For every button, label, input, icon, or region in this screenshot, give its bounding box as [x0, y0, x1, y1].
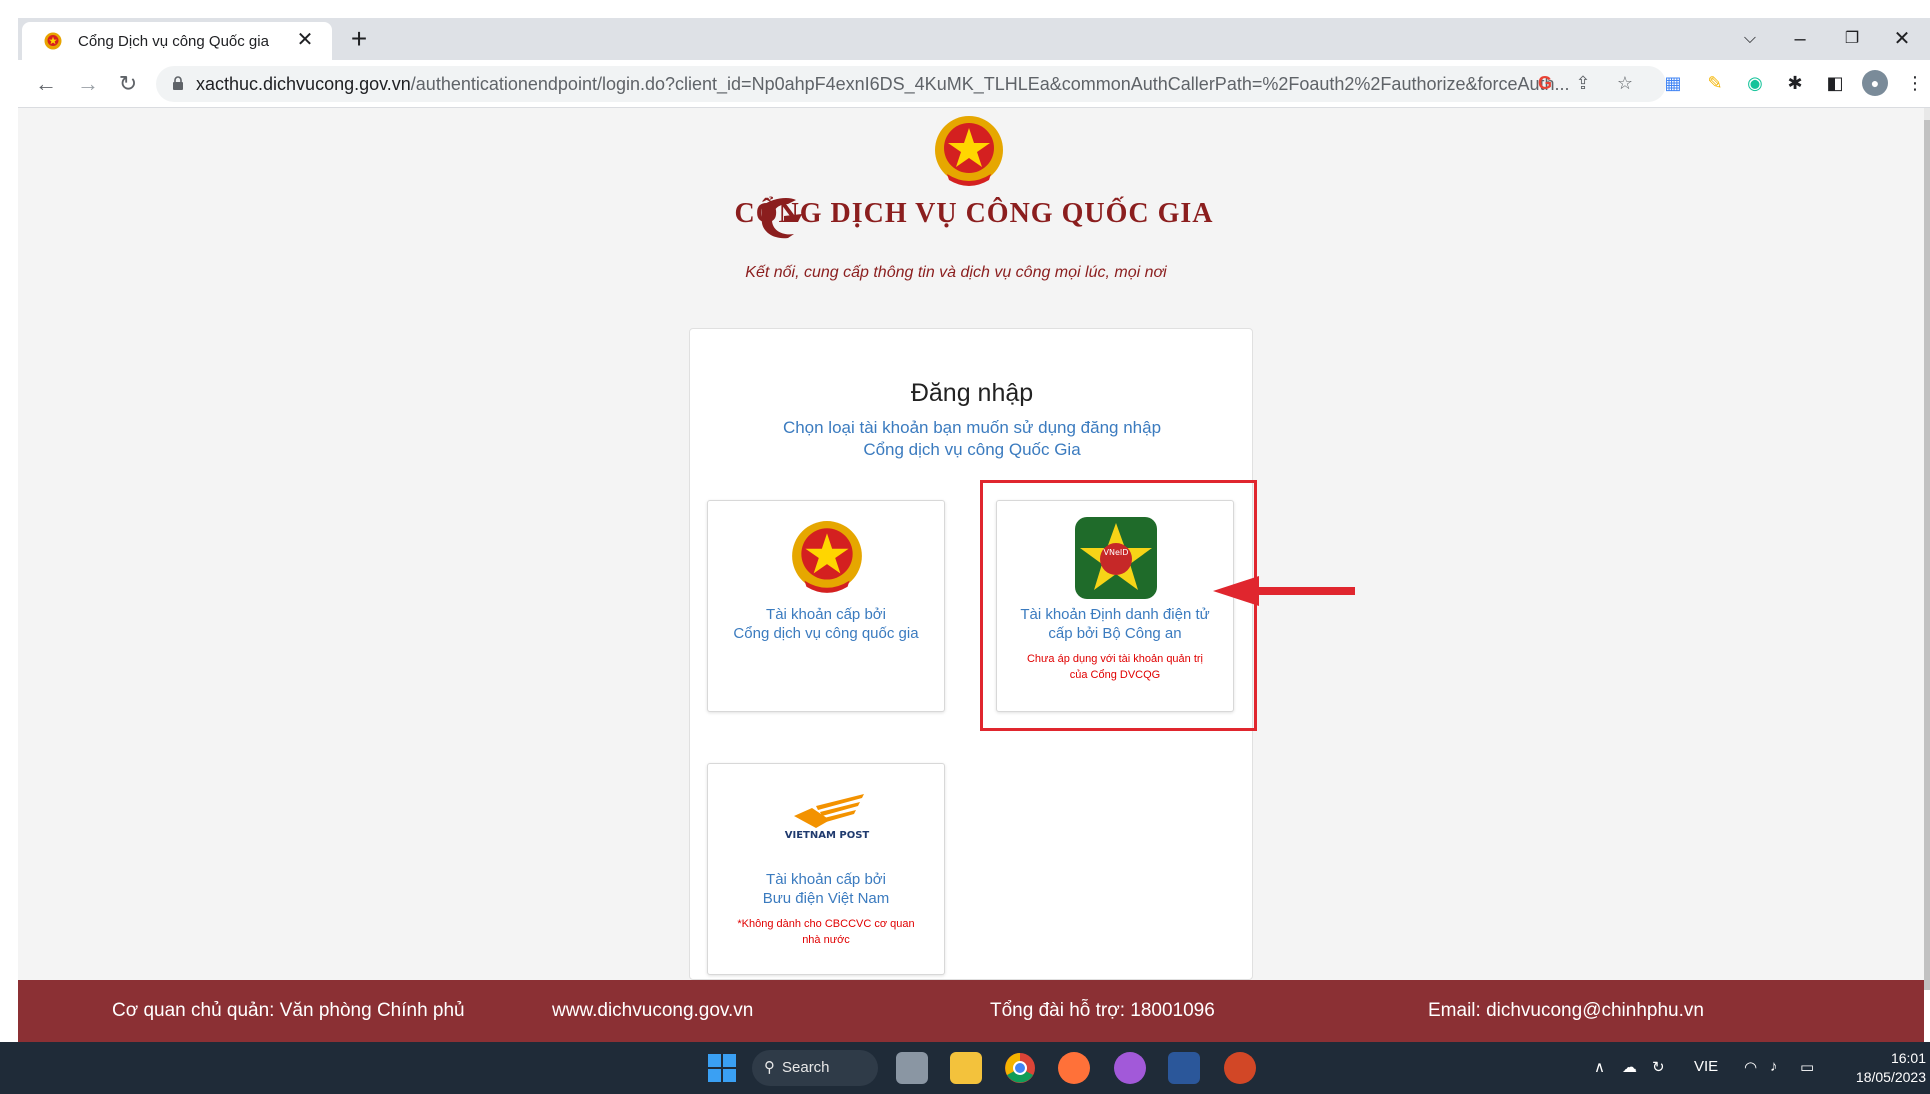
clock-date: 18/05/2023 [1855, 1069, 1926, 1085]
close-tab-icon[interactable]: ✕ [294, 29, 316, 51]
star-icon[interactable]: ☆ [1612, 70, 1638, 96]
sidepanel-icon[interactable]: ◧ [1822, 70, 1848, 96]
back-icon[interactable]: ← [32, 70, 60, 98]
sync-icon[interactable]: ↻ [1652, 1058, 1665, 1076]
option-label-line1: Tài khoản cấp bởi [766, 606, 886, 623]
footer-hotline: Tổng đài hỗ trợ: 18001096 [990, 1000, 1215, 1021]
login-subtitle: Chọn loại tài khoản bạn muốn sử dụng đăn… [690, 417, 1254, 461]
tray-chevron-icon[interactable]: ∧ [1594, 1058, 1605, 1076]
lock-icon [173, 76, 183, 90]
page-title: CỔNG DỊCH VỤ CÔNG QUỐC GIA [734, 198, 1214, 229]
footer-agency: Cơ quan chủ quản: Văn phòng Chính phủ [112, 1000, 465, 1021]
battery-icon[interactable]: ▭ [1800, 1058, 1814, 1076]
page-subtitle: Kết nối, cung cấp thông tin và dịch vụ c… [745, 264, 1167, 281]
option-note-line1: *Không dành cho CBCCVC cơ quan [737, 918, 915, 930]
login-subtitle-line1: Chọn loại tài khoản bạn muốn sử dụng đăn… [782, 418, 1162, 437]
word-icon[interactable] [1168, 1052, 1200, 1084]
login-subtitle-line2: Cổng dịch vụ công Quốc Gia [863, 440, 1081, 459]
option-label-line2: Bưu điện Việt Nam [762, 890, 890, 907]
task-view-icon[interactable] [896, 1052, 928, 1084]
navigation-bar: ← → ↻ xacthuc.dichvucong.gov.vn/authenti… [18, 60, 1930, 108]
wifi-icon[interactable]: ◠ [1744, 1058, 1757, 1076]
brand-header: CỔNG DỊCH VỤ CÔNG QUỐC GIA [0, 198, 1912, 239]
windows-taskbar: ⚲ Search ∧ ☁ ↻ VIE ◠ ♪ ▭ 16:01 18/05/202… [0, 1042, 1930, 1094]
scrollbar-thumb[interactable] [1924, 120, 1930, 990]
option-label-line2: Cổng dịch vụ công quốc gia [733, 625, 919, 642]
windows-start-icon[interactable] [706, 1052, 738, 1084]
extensions-icon[interactable]: ✱ [1782, 70, 1808, 96]
close-window-icon[interactable]: ✕ [1882, 24, 1922, 54]
grammarly-icon[interactable]: ◉ [1742, 70, 1768, 96]
forward-icon[interactable]: → [74, 70, 102, 98]
url-text: xacthuc.dichvucong.gov.vn/authentication… [196, 74, 1570, 95]
translate-extension-icon[interactable]: ▦ [1660, 70, 1686, 96]
option-label-line1: Tài khoản cấp bởi [766, 871, 886, 888]
vietnam-post-logo-text: VIETNAM POST [785, 830, 870, 840]
tab-bar: Cổng Dịch vụ công Quốc gia ✕ + ⌵ – ❐ ✕ [18, 18, 1930, 60]
vietnam-post-logo: VIETNAM POST [785, 794, 870, 840]
menu-icon[interactable]: ⋮ [1902, 70, 1928, 96]
share-icon[interactable]: ⇪ [1570, 70, 1596, 96]
window-top-strip [0, 0, 1930, 18]
address-bar[interactable]: xacthuc.dichvucong.gov.vn/authentication… [156, 66, 1666, 102]
red-arrow-annotation [1213, 576, 1355, 606]
firefox-icon[interactable] [1058, 1052, 1090, 1084]
taskbar-search[interactable]: ⚲ Search [752, 1050, 878, 1086]
tab-search-icon[interactable]: ⌵ [1730, 24, 1770, 54]
onedrive-icon[interactable]: ☁ [1622, 1058, 1637, 1076]
national-emblem-logo [935, 116, 1003, 186]
clock-time: 16:01 [1890, 1050, 1926, 1066]
login-option-dvcqg[interactable]: Tài khoản cấp bởi Cổng dịch vụ công quốc… [707, 500, 945, 712]
browser-tab[interactable]: Cổng Dịch vụ công Quốc gia ✕ [22, 22, 332, 60]
chrome-icon[interactable] [1004, 1052, 1036, 1084]
login-title: Đăng nhập [910, 379, 1034, 407]
taskbar-search-label: Search [782, 1059, 830, 1076]
pen-extension-icon[interactable]: ✎ [1702, 70, 1728, 96]
minimize-icon[interactable]: – [1780, 24, 1820, 54]
url-path: /authenticationendpoint/login.do?client_… [410, 74, 1570, 94]
favicon-emblem-icon [44, 32, 62, 50]
new-tab-button[interactable]: + [344, 25, 374, 55]
tab-title: Cổng Dịch vụ công Quốc gia [78, 33, 269, 50]
google-icon[interactable]: G [1532, 70, 1558, 96]
footer-website-link[interactable]: www.dichvucong.gov.vn [552, 1000, 753, 1022]
url-domain: xacthuc.dichvucong.gov.vn [196, 74, 411, 94]
restore-icon[interactable]: ❐ [1832, 24, 1872, 54]
app-icon[interactable] [1114, 1052, 1146, 1084]
volume-icon[interactable]: ♪ [1770, 1058, 1778, 1075]
reload-icon[interactable]: ↻ [114, 70, 142, 98]
taskbar-clock[interactable]: 16:01 18/05/2023 [1840, 1049, 1926, 1087]
powerpoint-icon[interactable] [1224, 1052, 1256, 1084]
language-indicator[interactable]: VIE [1694, 1058, 1718, 1075]
footer-email[interactable]: Email: dichvucong@chinhphu.vn [1428, 1000, 1704, 1022]
search-icon: ⚲ [764, 1059, 775, 1076]
option-note-line2: nhà nước [802, 934, 850, 946]
file-explorer-icon[interactable] [950, 1052, 982, 1084]
national-emblem-icon [792, 521, 862, 593]
page-footer: Cơ quan chủ quản: Văn phòng Chính phủ ww… [18, 980, 1924, 1042]
drum-logo-icon [761, 198, 802, 239]
profile-icon[interactable]: ● [1862, 70, 1888, 96]
login-option-vietnampost[interactable]: VIETNAM POST Tài khoản cấp bởi Bưu điện … [707, 763, 945, 975]
